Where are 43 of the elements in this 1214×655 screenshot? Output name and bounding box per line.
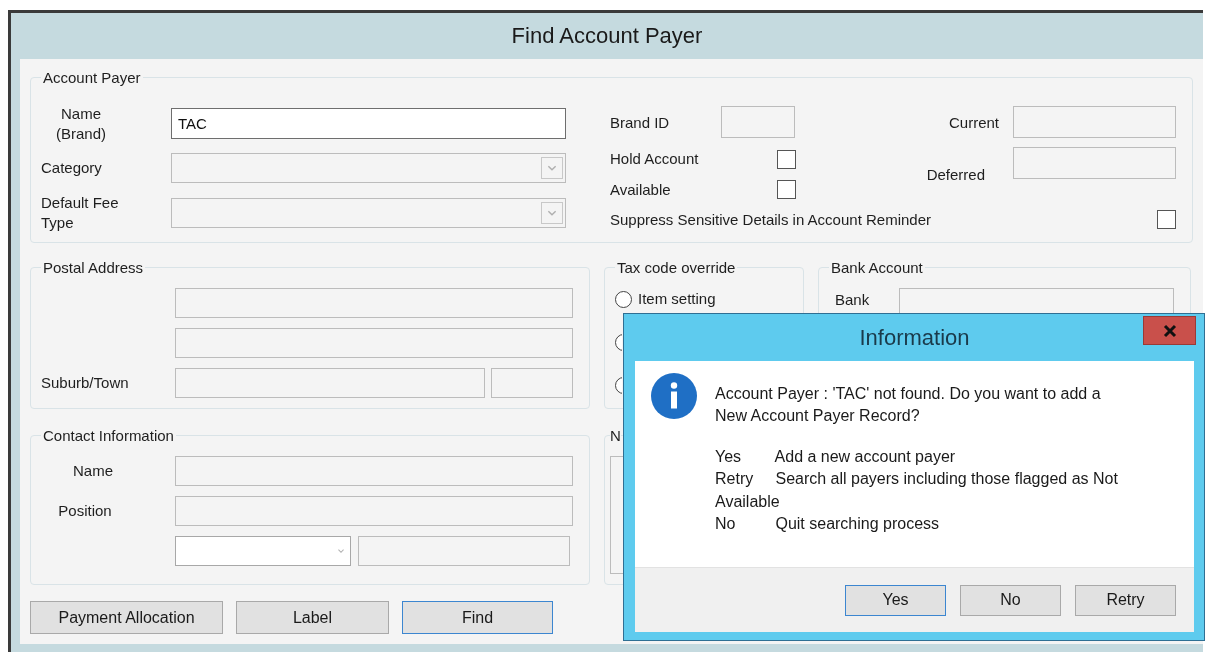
radio-label[interactable]: Item setting xyxy=(638,289,716,309)
field-label: Bank xyxy=(834,290,871,310)
group-title: N xyxy=(610,427,621,444)
input-field[interactable]: TAC xyxy=(171,108,566,139)
info-icon xyxy=(651,373,697,419)
field-label: Name xyxy=(72,461,114,481)
dropdown[interactable] xyxy=(175,536,351,566)
chevron-down-icon xyxy=(541,201,563,224)
push-button[interactable]: Payment Allocation xyxy=(30,601,223,634)
checkbox[interactable] xyxy=(1157,210,1176,230)
group-title: Contact Information xyxy=(42,427,175,444)
message-text: Account Payer : 'TAC' not found. Do you want to add a New Account Payer Record? xyxy=(715,384,1102,427)
field-label: Available xyxy=(610,179,672,200)
window-title: Find Account Payer xyxy=(510,22,704,50)
checkbox[interactable] xyxy=(777,149,796,169)
radio-button[interactable] xyxy=(615,290,632,308)
close-icon xyxy=(1162,323,1177,338)
field-label: Category xyxy=(41,158,103,178)
close-button[interactable] xyxy=(1143,316,1196,345)
field-label: Position xyxy=(57,501,113,521)
group-title: Postal Address xyxy=(42,259,145,276)
option-line: Retry Search all payers including those flagged as Not Available xyxy=(715,469,1119,512)
field-label: Deferred xyxy=(926,164,985,184)
dialog-button[interactable]: Retry xyxy=(1075,584,1176,616)
dialog-button[interactable]: No xyxy=(960,584,1061,616)
push-button[interactable]: Find xyxy=(402,601,553,634)
field-label: Default Fee Type xyxy=(41,193,120,232)
push-button[interactable]: Label xyxy=(236,601,389,634)
checkbox[interactable] xyxy=(777,179,796,199)
option-line: No Quit searching process xyxy=(715,513,941,534)
field-label: Hold Account xyxy=(610,149,700,169)
group-title: Account Payer xyxy=(42,69,142,86)
chevron-down-icon xyxy=(541,157,563,179)
option-line: Yes Add a new account payer xyxy=(715,446,957,467)
field-label: Name (Brand) xyxy=(55,104,107,143)
dialog-title: Information xyxy=(858,323,971,352)
group-title: Tax code override xyxy=(616,259,737,276)
dialog-button[interactable]: Yes xyxy=(845,584,946,616)
field-label: Suburb/Town xyxy=(41,373,130,393)
field-label: Current xyxy=(948,112,999,133)
group-title: Bank Account xyxy=(830,259,924,276)
field-label: Brand ID xyxy=(610,112,671,133)
field-label: Suppress Sensitive Details in Account Reminder xyxy=(610,210,932,230)
